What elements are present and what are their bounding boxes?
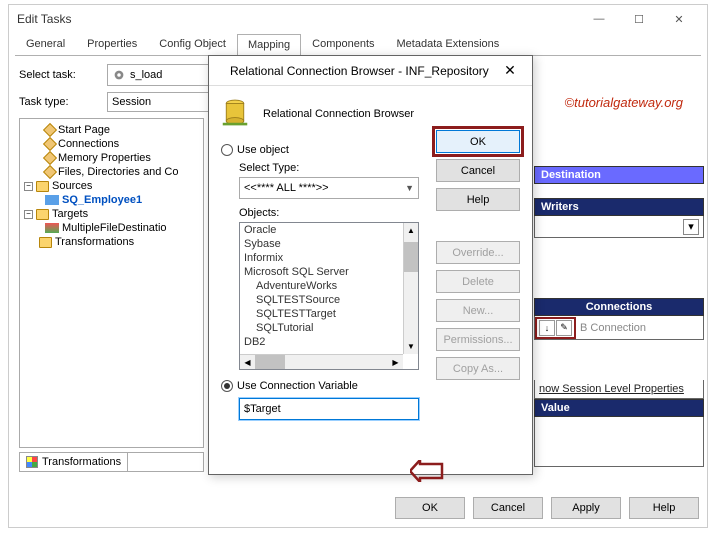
tree-item: −Sources [22,179,201,193]
value-header: Value [534,399,704,417]
right-pane: Destination Writers ▾ Connections ↓ ✎ B … [534,166,704,467]
help-button[interactable]: Help [629,497,699,519]
database-icon [221,98,249,130]
value-grid[interactable] [534,417,704,467]
dialog-header-text: Relational Connection Browser [263,108,414,120]
folder-icon [36,181,49,192]
diamond-icon [43,151,57,165]
apply-button[interactable]: Apply [551,497,621,519]
expander-icon[interactable]: − [24,210,33,219]
select-type-label: Select Type: [239,162,411,174]
minimize-button[interactable]: — [579,7,619,31]
grid-icon [26,456,38,468]
override-button[interactable]: Override... [436,241,520,264]
window-title: Edit Tasks [17,12,579,26]
cancel-button[interactable]: Cancel [436,159,520,182]
show-session-props-link[interactable]: now Session Level Properties [534,380,704,399]
tab-components[interactable]: Components [301,33,385,55]
tree-item: Transformations [22,235,201,249]
dialog-titlebar: Relational Connection Browser - INF_Repo… [209,56,532,86]
tree-item: Start Page [22,123,201,137]
down-arrow-icon[interactable]: ↓ [539,320,555,336]
dialog-title: Relational Connection Browser - INF_Repo… [230,64,496,78]
chevron-down-icon[interactable]: ▾ [683,219,699,235]
task-type-label: Task type: [19,96,99,108]
expander-icon[interactable]: − [24,182,33,191]
edit-icon[interactable]: ✎ [556,320,572,336]
radio-icon [221,144,233,156]
select-task-value: s_load [130,69,162,81]
list-item[interactable]: Microsoft SQL Server [240,265,403,279]
delete-button[interactable]: Delete [436,270,520,293]
list-item[interactable]: SQLTutorial [240,321,403,335]
radio-icon [221,380,233,392]
list-item[interactable]: SQLTESTSource [240,293,403,307]
objects-label: Objects: [239,207,411,219]
bottom-buttons: OK Cancel Apply Help [395,497,699,519]
diamond-icon [43,165,57,179]
tree-item: Files, Directories and Co [22,165,201,179]
titlebar: Edit Tasks — ☐ ✕ [9,5,707,33]
list-item[interactable]: Oracle [240,223,403,237]
list-item[interactable]: AdventureWorks [240,279,403,293]
ok-button[interactable]: OK [395,497,465,519]
maximize-button[interactable]: ☐ [619,7,659,31]
arrow-annotation [410,460,444,485]
close-button[interactable]: ✕ [659,7,699,31]
tab-mapping[interactable]: Mapping [237,34,301,56]
tab-general[interactable]: General [15,33,76,55]
lower-tabs: Transformations [19,452,204,472]
main-tabs: General Properties Config Object Mapping… [15,33,701,56]
use-connection-variable-radio[interactable]: Use Connection Variable [221,380,411,392]
task-type-value: Session [112,96,151,108]
select-task-label: Select task: [19,69,99,81]
list-item[interactable]: Sybase [240,237,403,251]
connection-row[interactable]: ↓ ✎ B Connection [534,316,704,340]
vertical-scrollbar[interactable]: ▲▼ [403,223,418,354]
horizontal-scrollbar[interactable]: ◀▶ [240,354,403,369]
tree-item: SQ_Employee1 [22,193,201,207]
permissions-button[interactable]: Permissions... [436,328,520,351]
destination-header: Destination [534,166,704,184]
dialog-icon [217,68,222,73]
connection-text: B Connection [576,322,646,334]
connections-header: Connections [534,298,704,316]
writers-row[interactable]: ▾ [534,216,704,238]
connection-buttons-highlight: ↓ ✎ [535,317,576,339]
ok-highlight-box [432,126,524,157]
connection-variable-input[interactable] [239,398,419,420]
list-item[interactable]: DB2 [240,335,403,349]
tree-item: −Targets [22,207,201,221]
tree-item: Connections [22,137,201,151]
tab-config-object[interactable]: Config Object [148,33,237,55]
new-button[interactable]: New... [436,299,520,322]
list-item[interactable]: Informix [240,251,403,265]
watermark: ©tutorialgateway.org [565,95,683,110]
folder-icon [39,237,52,248]
select-type-combo[interactable]: <<**** ALL ****>> ▼ [239,177,419,199]
help-button[interactable]: Help [436,188,520,211]
tree-item: Memory Properties [22,151,201,165]
relational-connection-browser-dialog: Relational Connection Browser - INF_Repo… [208,55,533,475]
tree-item: MultipleFileDestinatio [22,221,201,235]
gear-icon [112,68,126,82]
close-icon[interactable]: ✕ [496,62,524,79]
copy-as-button[interactable]: Copy As... [436,357,520,380]
writers-header: Writers [534,198,704,216]
target-icon [45,223,59,233]
tab-properties[interactable]: Properties [76,33,148,55]
cancel-button[interactable]: Cancel [473,497,543,519]
source-qualifier-icon [45,195,59,205]
list-item[interactable]: SQLTESTTarget [240,307,403,321]
objects-listbox[interactable]: Oracle Sybase Informix Microsoft SQL Ser… [239,222,419,370]
diamond-icon [43,123,57,137]
chevron-down-icon: ▼ [405,183,414,193]
folder-icon [36,209,49,220]
tab-metadata-extensions[interactable]: Metadata Extensions [386,33,511,55]
diamond-icon [43,137,57,151]
transformations-tab[interactable]: Transformations [20,453,128,471]
dialog-buttons: OK Cancel Help Override... Delete New...… [436,130,520,380]
use-object-radio[interactable]: Use object [221,144,411,156]
tree-panel[interactable]: Start Page Connections Memory Properties… [19,118,204,448]
